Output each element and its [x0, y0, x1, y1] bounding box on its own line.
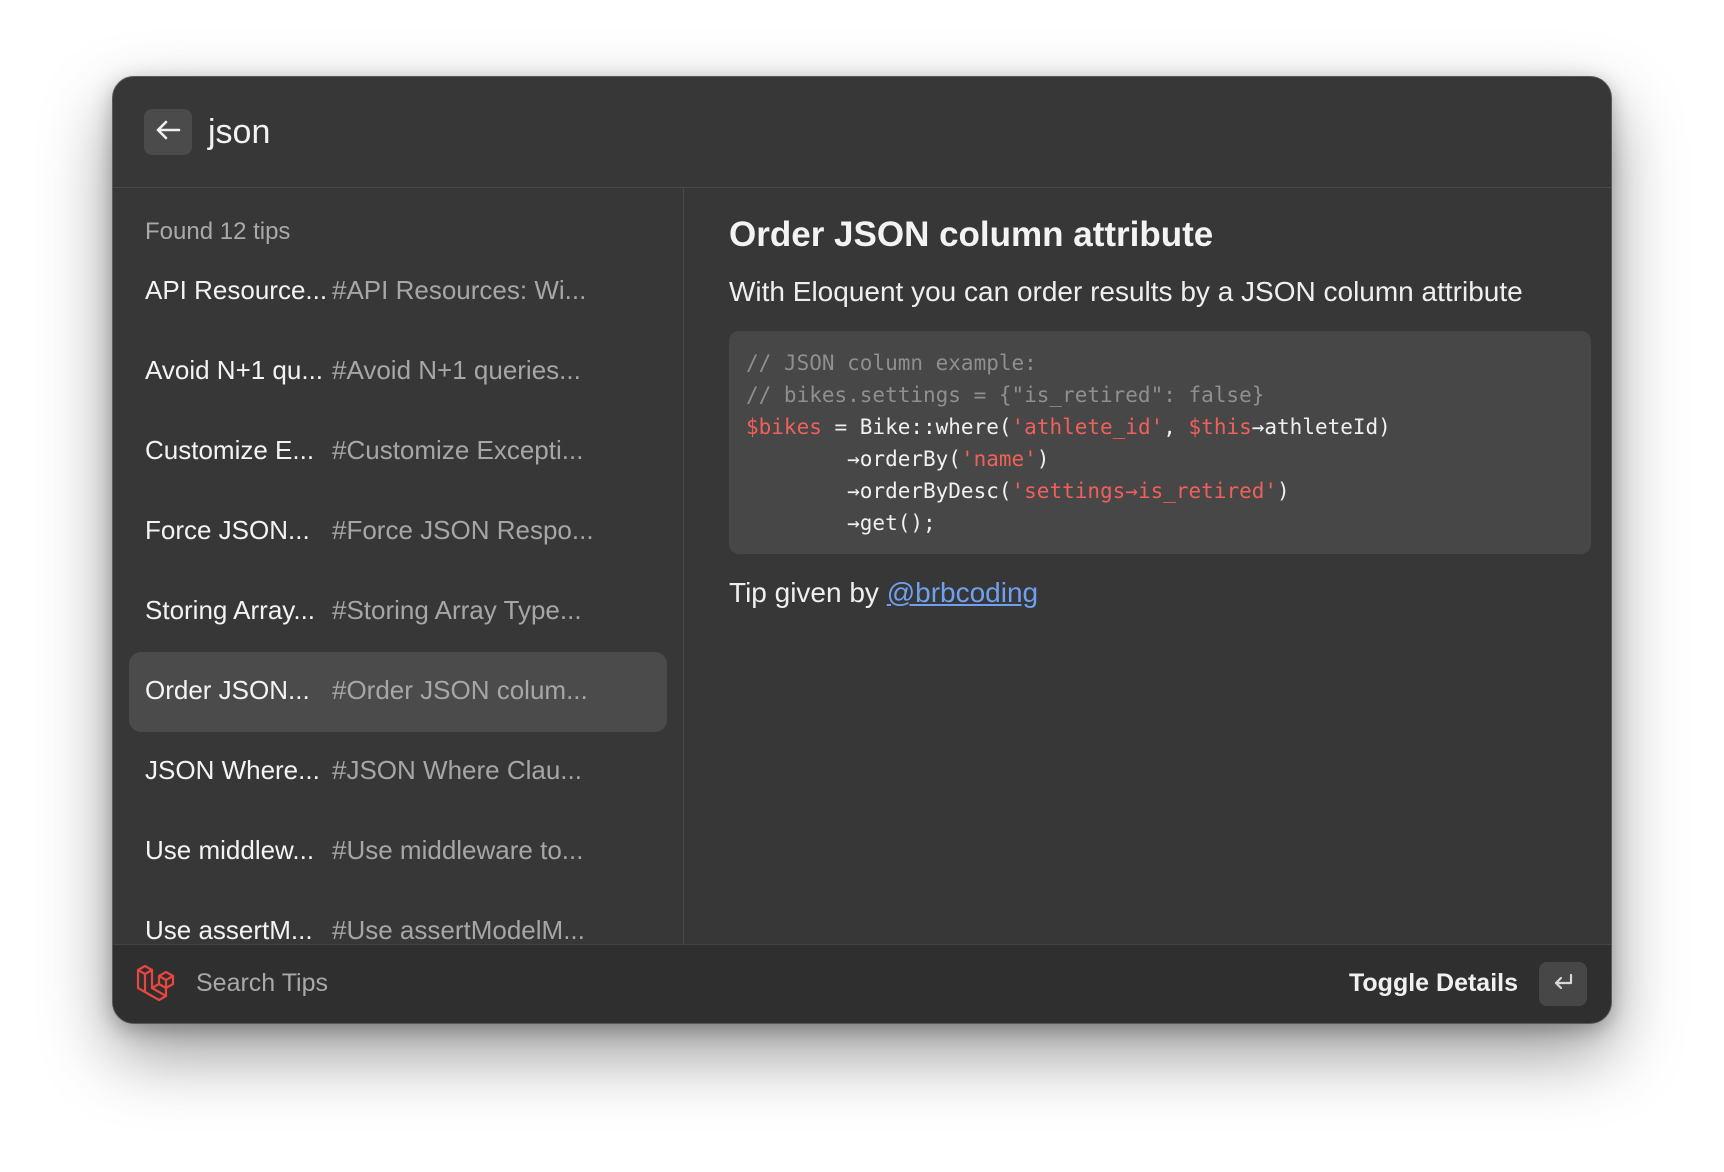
code-string: 'name': [960, 447, 1037, 471]
code-variable: $bikes: [746, 415, 822, 439]
list-item-title: Use assertM...: [145, 915, 313, 944]
list-item-title: JSON Where...: [145, 755, 320, 785]
list-item-tag: #Customize Excepti...: [332, 435, 584, 465]
results-count: Found 12 tips: [145, 218, 291, 245]
arrow-left-icon: [155, 119, 181, 146]
detail-description: With Eloquent you can order results by a…: [729, 276, 1523, 307]
detail-pane: Order JSON column attribute With Eloquen…: [717, 188, 1597, 944]
footer-bar: Search Tips Toggle Details: [113, 944, 1611, 1023]
list-item-title: Order JSON...: [145, 675, 310, 705]
list-item-tag: #API Resources: Wi...: [332, 275, 587, 305]
list-item-tag: #Avoid N+1 queries...: [332, 355, 581, 385]
enter-key-button[interactable]: [1539, 962, 1587, 1006]
code-string: 'athlete_id': [1011, 415, 1164, 439]
list-item-tag: #Force JSON Respo...: [332, 515, 594, 545]
results-list: API Resource... #API Resources: Wi... Av…: [129, 252, 667, 944]
list-item[interactable]: Avoid N+1 qu... #Avoid N+1 queries...: [129, 332, 667, 412]
list-item[interactable]: Force JSON... #Force JSON Respo...: [129, 492, 667, 572]
list-item-title: Customize E...: [145, 435, 315, 465]
detail-title: Order JSON column attribute: [729, 215, 1214, 254]
back-button[interactable]: [144, 109, 192, 155]
tip-prefix: Tip given by: [729, 577, 887, 608]
code-comment: // JSON column example:: [746, 351, 1037, 375]
list-item[interactable]: Use assertM... #Use assertModelM...: [129, 892, 667, 944]
search-header: json: [113, 77, 1611, 188]
code-text: →orderByDesc(: [746, 479, 1012, 503]
list-item-title: Force JSON...: [145, 515, 310, 545]
search-input[interactable]: json: [208, 111, 270, 153]
code-text: = Bike::where(: [821, 415, 1012, 439]
author-link[interactable]: @brbcoding: [887, 577, 1038, 608]
footer-label: Search Tips: [196, 969, 329, 997]
code-text: →athleteId): [1251, 415, 1391, 439]
list-item-tag: #JSON Where Clau...: [332, 755, 582, 785]
code-text: ,: [1163, 415, 1189, 439]
code-text: ): [1036, 447, 1050, 471]
list-item[interactable]: JSON Where... #JSON Where Clau...: [129, 732, 667, 812]
list-item[interactable]: Customize E... #Customize Excepti...: [129, 412, 667, 492]
list-item-tag: #Use assertModelM...: [332, 915, 585, 944]
tip-attribution: Tip given by @brbcoding: [729, 577, 1038, 609]
list-item-title: Storing Array...: [145, 595, 316, 625]
list-item[interactable]: Use middlew... #Use middleware to...: [129, 812, 667, 892]
list-item-tag: #Order JSON colum...: [332, 675, 588, 705]
code-text: ): [1277, 479, 1290, 503]
results-list-pane[interactable]: Found 12 tips API Resource... #API Resou…: [113, 188, 684, 944]
laravel-logo-icon: [134, 962, 176, 1004]
list-item[interactable]: API Resource... #API Resources: Wi...: [129, 252, 667, 332]
list-item-title: Use middlew...: [145, 835, 315, 865]
list-item[interactable]: Storing Array... #Storing Array Type...: [129, 572, 667, 652]
list-item-title: Avoid N+1 qu...: [145, 355, 324, 385]
return-key-icon: [1551, 972, 1575, 997]
toggle-details-button[interactable]: Toggle Details: [1349, 969, 1518, 998]
code-block: // JSON column example: // bikes.setting…: [729, 331, 1591, 554]
code-text: →orderBy(: [746, 447, 961, 471]
list-item-selected[interactable]: Order JSON... #Order JSON colum...: [129, 652, 667, 732]
list-item-tag: #Storing Array Type...: [332, 595, 582, 625]
code-comment: // bikes.settings = {"is_retired": false…: [746, 383, 1265, 407]
list-item-tag: #Use middleware to...: [332, 835, 584, 865]
code-string: 'settings→is_retired': [1011, 479, 1278, 503]
code-text: →get();: [746, 511, 936, 535]
code-variable: $this: [1188, 415, 1252, 439]
tips-window: json Found 12 tips API Resource... #API …: [112, 76, 1612, 1024]
list-item-title: API Resource...: [145, 275, 328, 305]
